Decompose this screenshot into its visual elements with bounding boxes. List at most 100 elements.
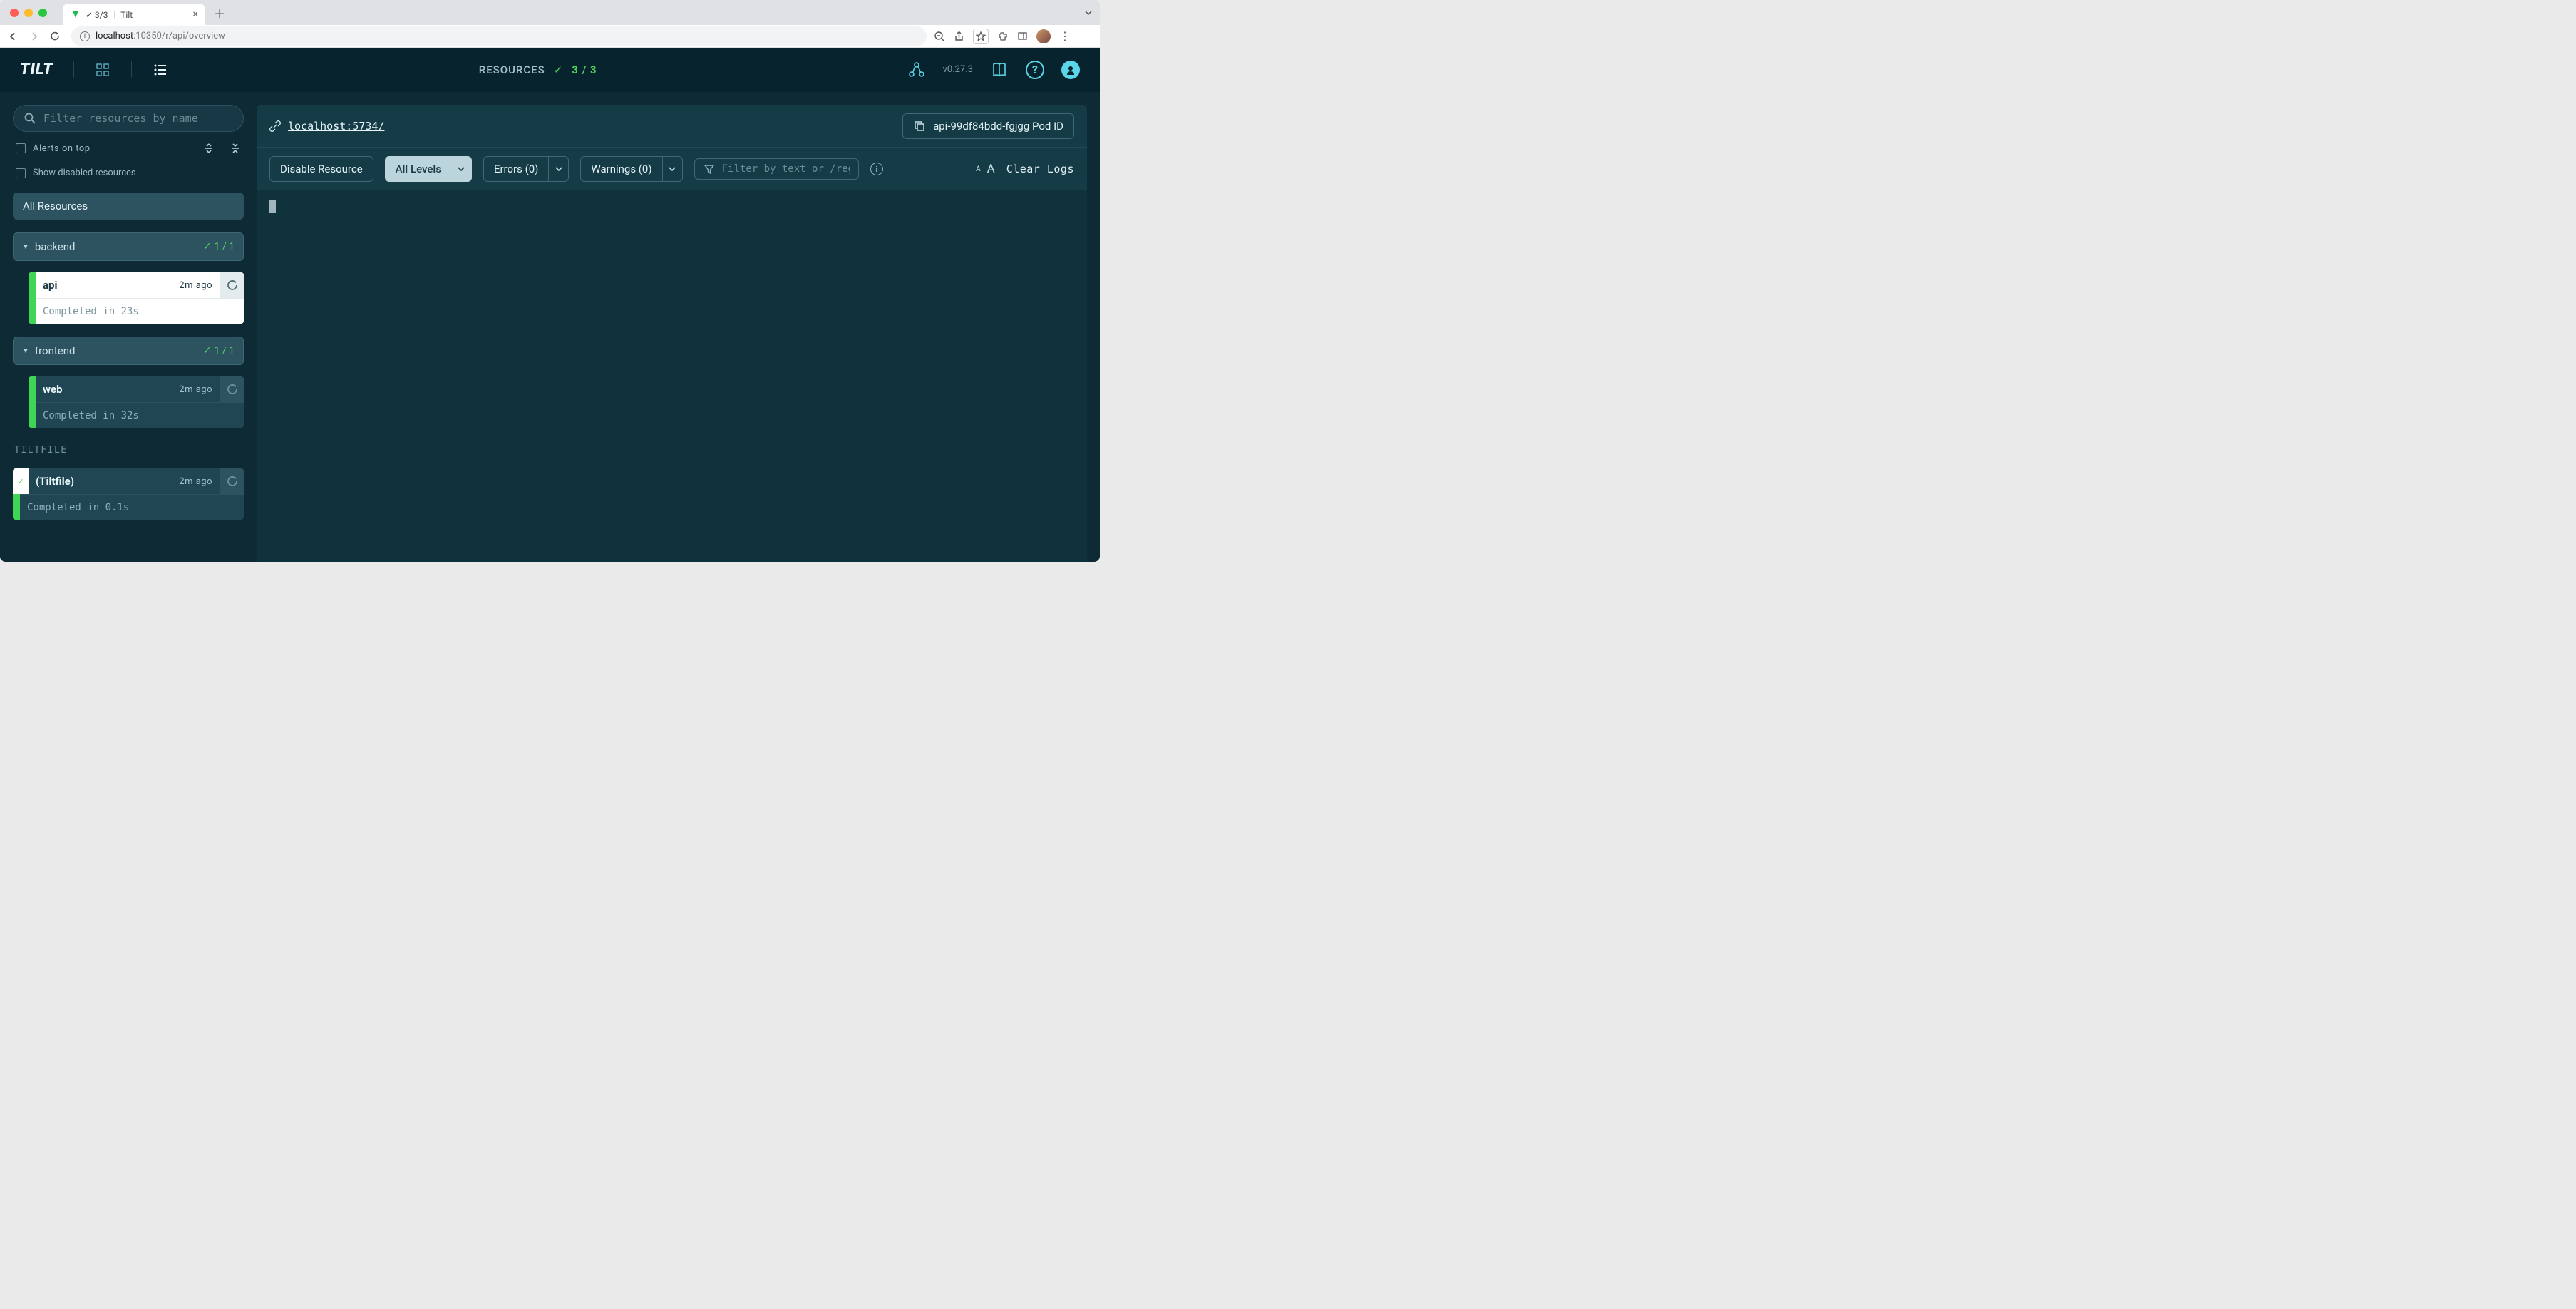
status-indicator: ✓ bbox=[13, 468, 29, 494]
check-icon: ✓ bbox=[554, 63, 564, 76]
group-name: backend bbox=[35, 240, 76, 253]
resource-status-text: Completed in 32s bbox=[36, 402, 244, 428]
share-icon[interactable] bbox=[954, 31, 964, 41]
forward-button[interactable] bbox=[29, 31, 43, 42]
filter-icon bbox=[704, 163, 715, 175]
resource-status-text: Completed in 0.1s bbox=[20, 494, 244, 520]
divider bbox=[73, 61, 74, 78]
resource-name: (Tiltfile) bbox=[36, 475, 74, 488]
log-level-filter: All Levels bbox=[385, 156, 472, 182]
resource-name: api bbox=[43, 279, 57, 292]
search-icon bbox=[24, 112, 36, 125]
status-indicator bbox=[29, 272, 36, 298]
font-size-control[interactable]: A A bbox=[976, 162, 995, 176]
expand-all-button[interactable] bbox=[203, 142, 215, 155]
font-large-label: A bbox=[987, 162, 995, 176]
trigger-update-button[interactable] bbox=[220, 376, 244, 402]
zoom-icon[interactable] bbox=[934, 31, 945, 42]
all-levels-button[interactable]: All Levels bbox=[385, 156, 452, 182]
url-text: localhost:10350/r/api/overview bbox=[96, 31, 225, 41]
resource-name: web bbox=[43, 383, 63, 396]
group-count: 1 / 1 bbox=[215, 241, 235, 252]
divider bbox=[131, 61, 132, 78]
alerts-on-top-checkbox[interactable]: Alerts on top bbox=[16, 143, 91, 154]
new-tab-button[interactable]: ＋ bbox=[210, 3, 230, 23]
status-indicator bbox=[13, 494, 20, 520]
tab-list-button[interactable] bbox=[1084, 9, 1093, 17]
resource-card-tiltfile[interactable]: ✓ (Tiltfile) 2m ago Completed in 0.1s bbox=[13, 468, 244, 520]
resource-detail-header: localhost:5734/ api-99df84bdd-fgjgg Pod … bbox=[257, 105, 1087, 148]
tab-favicon bbox=[70, 9, 81, 20]
group-header-frontend[interactable]: ▼ frontend ✓1 / 1 bbox=[13, 337, 244, 365]
warnings-dropdown[interactable] bbox=[663, 156, 683, 182]
cluster-icon[interactable] bbox=[907, 61, 926, 79]
status-indicator bbox=[29, 402, 36, 428]
filter-info-icon[interactable]: i bbox=[870, 163, 883, 175]
check-icon: ✓ bbox=[203, 345, 212, 356]
resource-filter-input[interactable] bbox=[43, 112, 233, 125]
close-tab-button[interactable]: × bbox=[193, 9, 198, 20]
errors-button[interactable]: Errors (0) bbox=[483, 156, 549, 182]
browser-menu-icon[interactable]: ⋮ bbox=[1059, 29, 1071, 43]
collapse-chevron-icon: ▼ bbox=[22, 347, 29, 355]
resource-card-web[interactable]: web 2m ago Completed in 32s bbox=[29, 376, 244, 428]
resource-time: 2m ago bbox=[179, 384, 212, 395]
font-small-label: A bbox=[976, 165, 981, 173]
tiltfile-section-label: TILTFILE bbox=[14, 445, 244, 456]
collapse-all-button[interactable] bbox=[230, 142, 241, 155]
resource-filter-search[interactable] bbox=[13, 105, 244, 132]
collapse-chevron-icon: ▼ bbox=[22, 243, 29, 251]
window-controls bbox=[0, 9, 57, 17]
endpoint-link[interactable]: localhost:5734/ bbox=[288, 120, 384, 133]
app-header: TILT RESOURCES ✓ 3 / 3 v0.27.3 bbox=[0, 48, 1100, 92]
minimize-window-button[interactable] bbox=[24, 9, 33, 17]
close-window-button[interactable] bbox=[10, 9, 19, 17]
copy-pod-id-button[interactable]: api-99df84bdd-fgjgg Pod ID bbox=[902, 113, 1074, 139]
warnings-button[interactable]: Warnings (0) bbox=[580, 156, 662, 182]
show-disabled-checkbox[interactable]: Show disabled resources bbox=[13, 165, 244, 181]
help-icon[interactable]: ? bbox=[1026, 61, 1044, 79]
disable-resource-button[interactable]: Disable Resource bbox=[269, 156, 373, 182]
resource-time: 2m ago bbox=[179, 476, 212, 487]
checkbox-icon bbox=[16, 143, 26, 153]
tilt-logo[interactable]: TILT bbox=[20, 61, 53, 78]
browser-tab-strip: ✓ 3/3 ｜ Tilt × ＋ bbox=[0, 0, 1100, 25]
bookmark-star-icon[interactable] bbox=[973, 29, 989, 44]
address-bar[interactable]: i localhost:10350/r/api/overview bbox=[71, 26, 927, 46]
errors-filter: Errors (0) bbox=[483, 156, 569, 182]
pod-id-text: api-99df84bdd-fgjgg Pod ID bbox=[933, 120, 1063, 133]
all-resources-button[interactable]: All Resources bbox=[13, 192, 244, 220]
checkbox-label: Alerts on top bbox=[33, 143, 91, 154]
link-icon bbox=[269, 120, 281, 132]
sidebar: Alerts on top Show disabled reso bbox=[0, 92, 257, 562]
reload-button[interactable] bbox=[50, 31, 64, 41]
log-text-filter[interactable] bbox=[694, 158, 859, 180]
main-pane: localhost:5734/ api-99df84bdd-fgjgg Pod … bbox=[257, 105, 1087, 562]
errors-dropdown[interactable] bbox=[549, 156, 569, 182]
grid-view-button[interactable] bbox=[94, 61, 111, 78]
group-count: 1 / 1 bbox=[215, 345, 235, 356]
list-view-button[interactable] bbox=[152, 61, 169, 78]
account-icon[interactable] bbox=[1061, 61, 1080, 79]
side-panel-icon[interactable] bbox=[1017, 31, 1028, 41]
maximize-window-button[interactable] bbox=[38, 9, 47, 17]
log-filter-input[interactable] bbox=[722, 163, 850, 175]
resource-card-api[interactable]: api 2m ago Completed in 23s bbox=[29, 272, 244, 324]
copy-icon bbox=[913, 120, 926, 133]
profile-avatar[interactable] bbox=[1036, 29, 1051, 43]
back-button[interactable] bbox=[7, 31, 21, 42]
group-name: frontend bbox=[35, 344, 76, 357]
resource-status-text: Completed in 23s bbox=[36, 298, 244, 324]
checkbox-icon bbox=[16, 168, 26, 178]
trigger-update-button[interactable] bbox=[220, 468, 244, 494]
docs-icon[interactable] bbox=[990, 61, 1009, 79]
all-levels-dropdown[interactable] bbox=[452, 156, 472, 182]
site-info-icon[interactable]: i bbox=[80, 31, 90, 41]
log-output[interactable] bbox=[257, 190, 1087, 562]
clear-logs-button[interactable]: Clear Logs bbox=[1006, 163, 1074, 175]
trigger-update-button[interactable] bbox=[220, 272, 244, 298]
browser-tab[interactable]: ✓ 3/3 ｜ Tilt × bbox=[63, 4, 205, 25]
extensions-icon[interactable] bbox=[997, 31, 1009, 42]
log-toolbar: Disable Resource All Levels Errors (0) bbox=[257, 148, 1087, 190]
group-header-backend[interactable]: ▼ backend ✓1 / 1 bbox=[13, 232, 244, 261]
